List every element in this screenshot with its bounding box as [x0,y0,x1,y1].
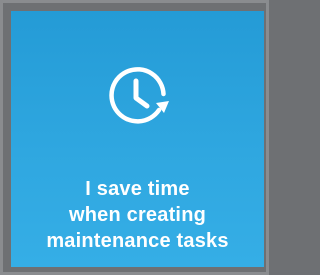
caption-line: maintenance tasks [46,230,229,252]
clock-refresh-icon [103,61,172,130]
tile-frame: I save time when creating maintenance ta… [0,0,269,275]
feature-caption: I save time when creating maintenance ta… [11,176,264,254]
caption-line: I save time [85,178,190,200]
caption-line: when creating [68,204,207,226]
feature-card[interactable]: I save time when creating maintenance ta… [11,11,264,267]
